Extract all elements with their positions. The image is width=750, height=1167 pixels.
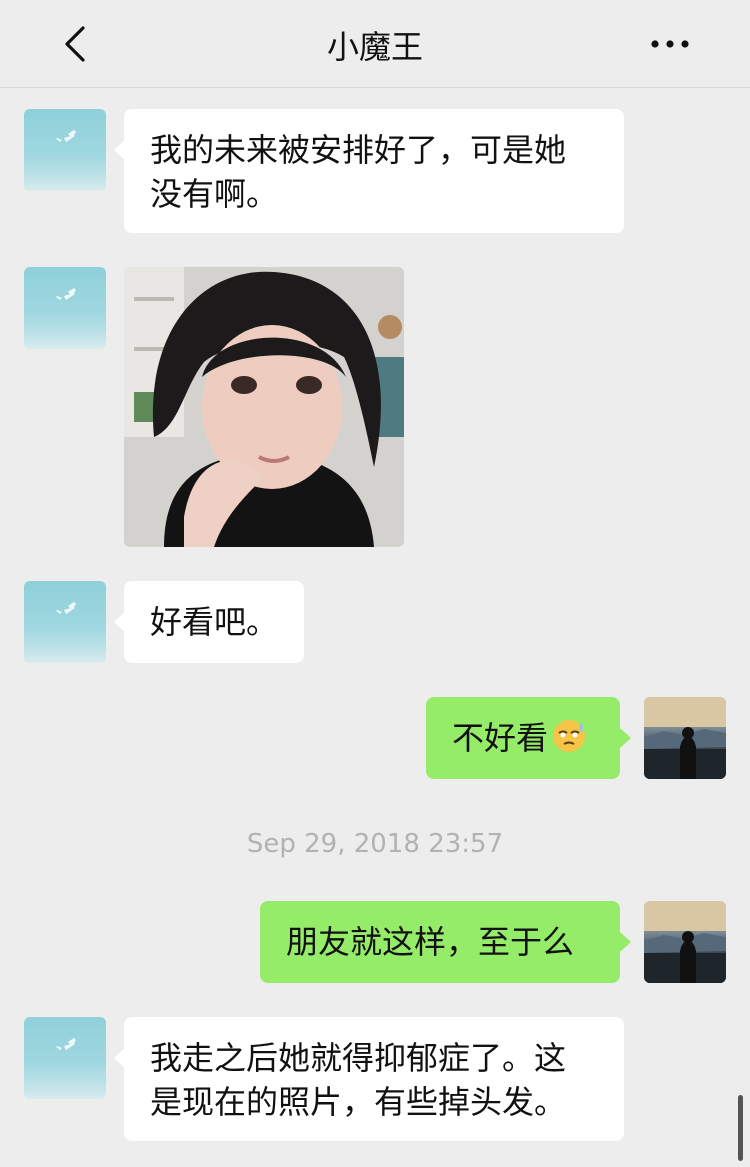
chat-title: 小魔王 [326,28,423,66]
message-text: 不好看 [452,719,549,757]
message-list[interactable]: 我的未来被安排好了，可是她 没有啊。 好看吧。 不好看 Sep 29, 2018… [0,89,750,1167]
message-image[interactable] [124,267,404,547]
message-text: 好看吧。 [150,603,279,641]
contact-avatar[interactable] [24,267,106,349]
message-bubble[interactable]: 我的未来被安排好了，可是她 没有啊。 [124,109,624,233]
my-avatar[interactable] [644,901,726,983]
message-text: 朋友就这样，至于么 [286,923,575,961]
my-avatar[interactable] [644,697,726,779]
airplane-icon [56,1038,76,1050]
message-text-line: 我的未来被安排好了，可是她 [150,131,567,169]
more-horizontal-icon [651,40,689,48]
message-bubble[interactable]: 我走之后她就得抑郁症了。这 是现在的照片，有些掉头发。 [124,1017,624,1141]
message-bubble[interactable]: 不好看 [426,697,620,779]
selfie-photo [124,267,404,547]
airplane-icon [56,602,76,614]
chat-header: 小魔王 [0,0,750,88]
message-bubble[interactable]: 朋友就这样，至于么 [260,901,620,983]
airplane-icon [56,130,76,142]
sweat-emoji [553,720,586,752]
contact-avatar[interactable] [24,1017,106,1099]
bubble-tail [620,728,631,748]
message-bubble[interactable]: 好看吧。 [124,581,304,663]
airplane-icon [56,288,76,300]
message-timestamp: Sep 29, 2018 23:57 [246,829,504,859]
message-text-line: 是现在的照片，有些掉头发。 [150,1083,567,1121]
scrollbar[interactable] [738,1095,743,1161]
more-button[interactable] [640,20,700,68]
landscape-photo [644,697,726,779]
contact-avatar[interactable] [24,109,106,191]
landscape-photo [644,901,726,983]
message-text-line: 我走之后她就得抑郁症了。这 [150,1039,567,1077]
bubble-tail [620,932,631,952]
contact-avatar[interactable] [24,581,106,663]
message-text-line: 没有啊。 [150,175,279,213]
